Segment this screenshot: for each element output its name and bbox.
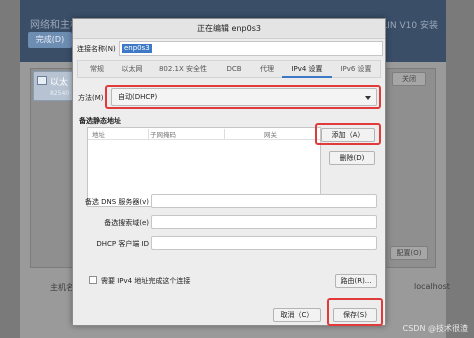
connection-name-value: enp0s3	[122, 44, 152, 53]
tab-general[interactable]: 常规	[80, 61, 114, 78]
cancel-button[interactable]: 取消（C）	[273, 308, 321, 322]
search-domains-input[interactable]	[151, 215, 377, 229]
column-divider	[224, 129, 225, 139]
save-button[interactable]: 保存(S)	[333, 308, 377, 322]
require-ipv4-label: 需要 IPv4 地址完成这个连接	[101, 277, 191, 285]
close-connection-button[interactable]: 关闭	[392, 72, 426, 86]
watermark: CSDN @技术很渣	[402, 324, 468, 333]
hostname-current-value: localhost	[414, 282, 450, 291]
method-label: 方法(M)	[78, 94, 104, 102]
dns-servers-input[interactable]	[151, 194, 377, 208]
tab-8021x-security[interactable]: 802.1X 安全性	[150, 61, 216, 78]
connection-name-input[interactable]: enp0s3	[119, 41, 383, 56]
add-address-button[interactable]: 添加（A）	[321, 128, 375, 142]
method-selected-value: 自动(DHCP)	[118, 93, 158, 101]
configure-button[interactable]: 配置(O)	[390, 246, 428, 260]
column-divider	[148, 129, 149, 139]
tab-dcb[interactable]: DCB	[216, 61, 252, 78]
column-gateway: 网关	[264, 131, 277, 139]
tab-ipv6-settings[interactable]: IPv6 设置	[332, 61, 380, 78]
done-button[interactable]: 完成(D)	[28, 32, 72, 48]
method-dropdown[interactable]: 自动(DHCP)	[111, 88, 377, 106]
column-address: 地址	[92, 131, 105, 139]
device-list-item[interactable]: 以太 82540	[33, 71, 75, 101]
static-addresses-title: 备选静态地址	[79, 117, 121, 125]
dns-servers-label: 备选 DNS 服务器(v)	[84, 198, 149, 206]
edit-connection-dialog: 正在编辑 enp0s3 连接名称(N) enp0s3 常规 以太网 802.1X…	[72, 18, 386, 326]
connection-name-label: 连接名称(N)	[77, 45, 116, 53]
device-model: 82540	[50, 90, 70, 97]
require-ipv4-checkbox[interactable]	[89, 276, 97, 284]
settings-tabs: 常规 以太网 802.1X 安全性 DCB 代理 IPv4 设置 IPv6 设置	[77, 60, 381, 78]
tab-ipv4-settings[interactable]: IPv4 设置	[282, 61, 332, 78]
tab-proxy[interactable]: 代理	[252, 61, 282, 78]
table-header: 地址 子网掩码 网关	[88, 128, 320, 140]
search-domains-label: 备选搜索域(e)	[104, 219, 149, 227]
column-netmask: 子网掩码	[150, 131, 176, 139]
delete-address-button[interactable]: 删除(D)	[329, 151, 375, 165]
routes-button[interactable]: 路由(R)...	[335, 274, 377, 288]
chevron-down-icon	[365, 96, 371, 100]
dhcp-client-id-input[interactable]	[151, 236, 377, 250]
dialog-title: 正在编辑 enp0s3	[73, 19, 385, 39]
tab-ethernet[interactable]: 以太网	[114, 61, 150, 78]
network-card-icon	[37, 76, 47, 85]
dhcp-client-id-label: DHCP 客户端 ID	[96, 240, 149, 248]
device-name: 以太	[50, 78, 69, 88]
